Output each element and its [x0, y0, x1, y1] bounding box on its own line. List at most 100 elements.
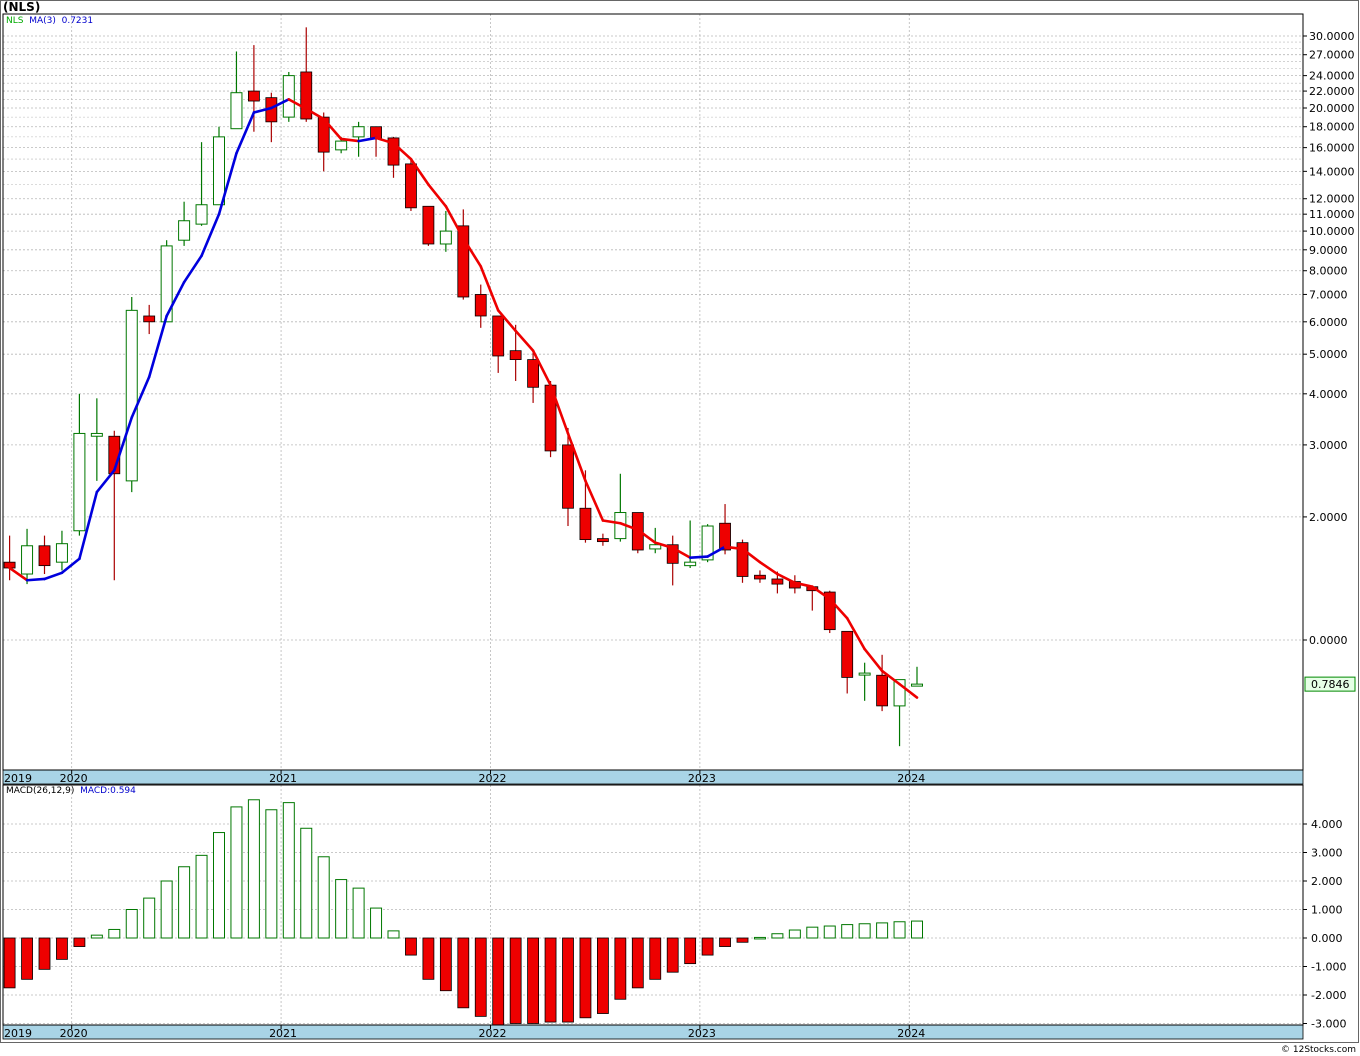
macd-bar-negative [614, 937, 627, 1000]
candle-body-down [38, 545, 51, 567]
macd-bar-positive [876, 922, 889, 939]
macd-bar-positive [160, 880, 173, 939]
macd-bar-positive [143, 897, 156, 939]
macd-bar-negative [56, 937, 68, 960]
moving-average-line [8, 98, 919, 699]
price-tick-label: 27.0000 [1309, 49, 1355, 62]
macd-bar-positive [282, 802, 295, 939]
year-label: 2020 [60, 772, 88, 785]
macd-bar-negative [474, 937, 487, 1017]
ma-segment [43, 571, 64, 581]
candle-body-up [439, 230, 452, 245]
price-year-band [2, 769, 1304, 785]
candle-body-down [771, 578, 784, 585]
macd-bar-negative [73, 937, 86, 947]
price-tick-label: 2.0000 [1309, 511, 1348, 524]
candle-body-down [143, 315, 156, 323]
year-label: 2022 [478, 1027, 506, 1040]
price-grid [3, 14, 1303, 770]
macd-bar-positive [911, 920, 923, 939]
macd-tick-label: -1.000 [1311, 961, 1346, 974]
macd-bar-positive [335, 879, 348, 939]
price-candles [3, 27, 923, 747]
ma-segment [514, 329, 535, 352]
candle-body-down [562, 444, 574, 509]
ma-segment [95, 469, 116, 494]
macd-bar-positive [387, 930, 400, 939]
macd-bar-positive [788, 929, 801, 939]
candle-body-down [247, 90, 260, 102]
macd-bar-negative [649, 937, 662, 980]
price-tick-label: 24.0000 [1309, 70, 1355, 83]
last-price-label: 0.7846 [1311, 678, 1350, 691]
macd-bar-negative [701, 937, 714, 956]
candle-body-up [21, 545, 34, 575]
candle-body-down [754, 574, 766, 580]
year-label: 2023 [688, 772, 716, 785]
macd-bar-negative [38, 937, 51, 970]
candle-body-down [876, 674, 888, 707]
macd-bar-negative [666, 937, 679, 973]
macd-bar-positive [178, 866, 191, 939]
macd-bar-positive [195, 854, 208, 939]
macd-bar-positive [858, 923, 871, 939]
candle-body-up [230, 92, 243, 130]
price-tick-label: 22.0000 [1309, 85, 1355, 98]
price-tick-label: 5.0000 [1309, 348, 1348, 361]
candle-body-up [335, 140, 348, 151]
macd-bar-positive [265, 809, 278, 939]
price-tick-label: 7.0000 [1309, 288, 1348, 301]
macd-tick-label: 2.000 [1311, 875, 1343, 888]
candle-body-down [597, 538, 609, 543]
macd-bar-positive [300, 827, 313, 939]
macd-bar-positive [893, 921, 906, 939]
stock-chart: 30.0000 27.0000 24.0000 22.0000 20.0000 18.00… [0, 0, 1359, 1043]
ma-segment [357, 136, 378, 143]
year-label: 2022 [478, 772, 506, 785]
macd-bar-positive [108, 928, 121, 939]
candle-body-down [405, 163, 417, 209]
candle-body-up [195, 204, 208, 225]
macd-bar-negative [492, 937, 505, 1026]
ma-segment [863, 647, 884, 673]
year-label: 2023 [688, 1027, 716, 1040]
candle-body-up [178, 220, 191, 241]
price-tick-label: 12.0000 [1309, 193, 1355, 206]
price-tick-label: 20.0000 [1309, 102, 1355, 115]
macd-bar-positive [247, 799, 260, 939]
macd-bar-positive [841, 924, 854, 939]
year-label: 2021 [269, 772, 297, 785]
price-tick-label: 14.0000 [1309, 165, 1355, 178]
price-tick-label: 6.0000 [1309, 316, 1348, 329]
macd-bar-positive [90, 934, 103, 939]
candle-body-up [282, 75, 295, 118]
macd-bar-positive [352, 887, 365, 939]
ma-segment [182, 254, 203, 284]
price-tick-label: 9.0000 [1309, 244, 1348, 257]
macd-bar-negative [597, 937, 609, 1014]
macd-bar-positive [806, 926, 819, 939]
macd-bar-negative [457, 937, 470, 1009]
macd-bar-positive [230, 806, 243, 939]
ma-segment [427, 183, 448, 208]
price-tick-label: 8.0000 [1309, 265, 1348, 278]
price-tick-label: 30.0000 [1309, 30, 1355, 43]
price-tick-label: 11.0000 [1309, 208, 1355, 221]
macd-bar-negative [422, 937, 435, 980]
candle-body-up [649, 544, 662, 550]
macd-bar-negative [719, 937, 731, 947]
ma-segment [147, 314, 168, 379]
candle-body-up [125, 309, 138, 482]
candle-body-up [73, 432, 86, 532]
price-tick-label: 18.0000 [1309, 121, 1355, 134]
price-tick-label: 10.0000 [1309, 225, 1355, 238]
year-label: 2019 [4, 772, 32, 785]
macd-bar-negative [579, 937, 592, 1019]
ma-segment [758, 560, 779, 576]
ma-segment [25, 577, 46, 582]
macd-bar-positive [317, 856, 330, 939]
site-credit: © 12Stocks.com [1281, 1045, 1356, 1055]
price-tick-label: 3.0000 [1309, 439, 1348, 452]
price-panel-frame [2, 13, 1304, 771]
candle-body-down [492, 315, 505, 357]
